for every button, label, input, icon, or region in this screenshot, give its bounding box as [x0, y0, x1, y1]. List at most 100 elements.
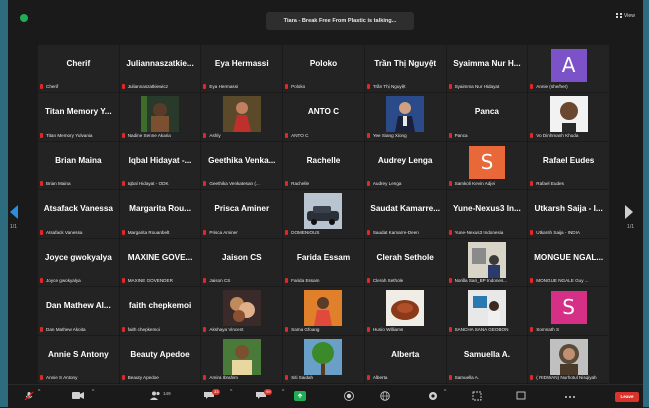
participant-tile[interactable]: Juliannaszatkie... Juliannaszatkiewicz [119, 45, 201, 93]
participant-tile[interactable]: Nadine Senne Akaria [119, 93, 201, 141]
share-screen-button[interactable] [294, 389, 308, 403]
participant-caption: MAXINE GOVENDER [121, 278, 199, 284]
participant-tile[interactable]: Alberta Alberta [364, 335, 446, 383]
participant-tile[interactable]: Audrey Lenga Audrey Lenga [364, 141, 446, 190]
audio-options-caret[interactable]: ^ [38, 389, 40, 395]
participant-caption-text: MONGUE NGALE Guy ... [536, 278, 589, 284]
participant-caption-text: Clerah Sethole [372, 278, 404, 284]
participant-tile[interactable]: DOMENIOUS [283, 190, 364, 238]
participant-tile[interactable]: Sama Gfoang [283, 287, 364, 335]
window-frame-right [643, 0, 649, 407]
participant-display-name: Yune-Nexus3 In... [453, 204, 521, 214]
participant-display-name: Alberta [391, 349, 420, 359]
participant-tile[interactable]: Clerah Sethole Clerah Sethole [364, 238, 446, 287]
participant-caption: Trần Thị Nguyệt [366, 84, 444, 90]
participant-tile[interactable]: Dan Mathew Al... Dan Mathew Akoita [38, 287, 119, 335]
participant-tile[interactable]: Yee Siang Xiong [364, 93, 446, 141]
participant-caption: Audrey Lenga [366, 181, 444, 187]
participant-caption-text: Trần Thị Nguyệt [372, 84, 406, 90]
participant-caption-text: Beauty Apedoe [127, 374, 159, 380]
participant-tile[interactable]: A Annie (she/her) [528, 45, 609, 93]
participant-tile[interactable]: Siti Saidah [283, 335, 364, 383]
participant-tile[interactable]: MONGUE NGAL... MONGUE NGALE Guy ... [528, 238, 609, 287]
page-indicator-left: 1/1 [10, 224, 17, 230]
participant-tile[interactable]: Poloko Poloko [283, 45, 364, 93]
participant-tile[interactable]: Vo Dinhmanh Khuda [528, 93, 609, 141]
notes-button[interactable] [516, 389, 528, 403]
leave-button[interactable]: Leave [615, 392, 639, 402]
participant-tile[interactable]: Brian Maina Brian Maina [38, 141, 119, 190]
apps-button[interactable] [428, 389, 442, 403]
participant-caption-text: Ashly [209, 132, 221, 138]
participant-tile[interactable]: Ashly [201, 93, 283, 141]
participant-caption-text: Samuella A. [454, 374, 480, 380]
participant-tile[interactable]: Trần Thị Nguyệt Trần Thị Nguyệt [364, 45, 446, 93]
whiteboard-icon [472, 391, 482, 401]
participants-count: 149 [163, 391, 171, 396]
participant-tile[interactable]: Norilla Sari_BP Indones... [446, 238, 528, 287]
participant-tile[interactable]: Eya Hermassi Eya Hermassi [201, 45, 283, 93]
participant-tile[interactable]: Hunio Williams [364, 287, 446, 335]
participant-tile[interactable]: Farida Essam Farida Essam [283, 238, 364, 287]
participant-tile[interactable]: Geethika Venka... Geethika Venkatesan (..… [201, 141, 283, 190]
previous-page-arrow-icon[interactable] [10, 205, 18, 219]
participant-tile[interactable]: ANTO C ANTO C [283, 93, 364, 141]
participant-tile[interactable]: Samuella A. Samuella A. [446, 335, 528, 383]
chat-button[interactable]: 33 [204, 389, 226, 403]
participant-tile[interactable]: SANCHA SANA GEOBON [446, 287, 528, 335]
video-options-caret[interactable]: ^ [92, 389, 94, 395]
participant-caption-text: Farida Essam [291, 278, 320, 284]
participant-tile[interactable]: Joyce gwokyalya Joyce gwokyalya [38, 238, 119, 287]
security-shield-icon[interactable] [20, 14, 28, 22]
participants-button[interactable]: 149 [150, 389, 180, 403]
participant-tile[interactable]: Margarita Rou... Margarita Rouanbelt [119, 190, 201, 238]
participant-tile[interactable]: Atsafack Vanessa Atsafack Vanessa [38, 190, 119, 238]
participant-caption-text: Annie S Antony [46, 374, 78, 380]
participant-tile[interactable]: Panca Panca [446, 93, 528, 141]
participant-caption: Juliannaszatkiewicz [121, 84, 199, 90]
participant-tile[interactable]: Rafael Eudes Rafael Eudes [528, 141, 609, 190]
participant-tile[interactable]: S Somnath S [528, 287, 609, 335]
participant-tile[interactable]: Utkarsh Saija - I... Utkarsh Saija - INDI… [528, 190, 609, 238]
participant-caption: Sama Gfoang [285, 326, 362, 333]
participant-tile[interactable]: Prisca Aminer Prisca Aminer [201, 190, 283, 238]
participant-tile[interactable]: Iqbal Hidayat -... Iqbal Hidayat - ODK [119, 141, 201, 190]
participant-tile[interactable]: Rachelle Rachelle [283, 141, 364, 190]
participant-caption-text: Prisca Aminer [209, 229, 238, 235]
muted-mic-icon [285, 374, 289, 380]
reactions-options-caret[interactable]: ^ [282, 389, 284, 395]
view-button[interactable]: View [615, 13, 635, 19]
muted-mic-icon [121, 326, 125, 332]
more-button[interactable] [564, 389, 578, 403]
record-button[interactable] [344, 389, 356, 403]
participant-caption: DOMENIOUS [285, 229, 362, 236]
participant-tile[interactable]: Yune-Nexus3 In... Yune-Nexus3 Indonesia [446, 190, 528, 238]
participant-tile[interactable]: Beauty Apedoe Beauty Apedoe [119, 335, 201, 383]
participant-tile[interactable]: Amira Ibrahim [201, 335, 283, 383]
participant-tile[interactable]: Cherif Cherif [38, 45, 119, 93]
participant-caption: Prisca Aminer [203, 229, 280, 236]
participant-tile[interactable]: Akshaya Vincent [201, 287, 283, 335]
next-page-arrow-icon[interactable] [625, 205, 633, 219]
unmute-button[interactable] [22, 389, 36, 403]
participant-caption: Farida Essam [285, 278, 362, 284]
reactions-button[interactable]: 99 [256, 389, 278, 403]
participant-tile[interactable]: Jaison CS Jaison CS [201, 238, 283, 287]
start-video-button[interactable] [72, 389, 86, 403]
participant-caption: Yune-Nexus3 Indonesia [448, 229, 526, 236]
participant-tile[interactable]: faith chepkemoi faith chepkemoi [119, 287, 201, 335]
desk-video-feed [467, 290, 506, 327]
participant-tile[interactable]: Titan Memory Y... Titan Memory Yulvania [38, 93, 119, 141]
participant-tile[interactable]: Annie S Antony Annie S Antony [38, 335, 119, 383]
chat-options-caret[interactable]: ^ [230, 389, 232, 395]
participant-tile[interactable]: S Samkoli Kevin Adjei [446, 141, 528, 190]
participant-display-name: Rachelle [306, 155, 341, 165]
participant-tile[interactable]: Syaimma Nur H... Syaimma Nur Hidayat [446, 45, 528, 93]
window-frame-left [0, 0, 8, 407]
whiteboard-button[interactable] [472, 389, 484, 403]
participant-tile[interactable]: ( RIDWAN) Nurhotul Nisqiyah [528, 335, 609, 383]
participant-tile[interactable]: Saudat Kamarre... Saudat Kamarre-Deen [364, 190, 446, 238]
participant-tile[interactable]: MAXINE GOVE... MAXINE GOVENDER [119, 238, 201, 287]
apps-options-caret[interactable]: ^ [444, 389, 446, 395]
captions-button[interactable] [380, 389, 392, 403]
